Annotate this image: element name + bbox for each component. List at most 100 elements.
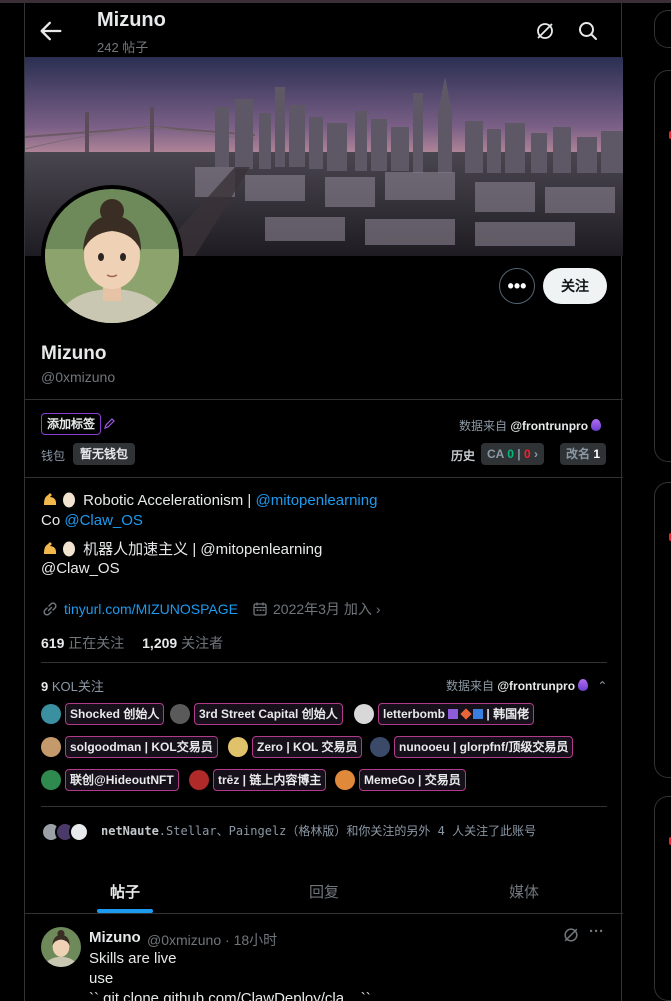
mutual-followers-text[interactable]: netNaute.Stellar、Paingelz（格林版）和你关注的另外 4 …: [101, 822, 536, 839]
tab-media[interactable]: 媒体: [509, 881, 539, 902]
grok-icon[interactable]: [533, 19, 557, 43]
bio-text: Co: [41, 512, 65, 529]
followers-label: 关注者: [181, 635, 224, 651]
right-panel-card: [654, 70, 671, 462]
bio-line-2: Co @Claw_OS: [41, 511, 143, 531]
kol-avatar: [41, 737, 61, 757]
avatar: [45, 189, 179, 323]
profile-website-link[interactable]: tinyurl.com/MIZUNOSPAGE: [64, 601, 238, 617]
ca-separator: |: [517, 447, 521, 461]
tab-posts[interactable]: 帖子: [110, 881, 140, 902]
kol-item[interactable]: solgoodman | KOL交易员: [41, 736, 218, 758]
kol-label: 联创@HideoutNFT: [65, 769, 179, 791]
kol-source-handle[interactable]: @frontrunpro: [497, 679, 575, 693]
chevron-right-icon[interactable]: ›: [376, 601, 381, 617]
grok-icon[interactable]: [561, 925, 581, 945]
kol-avatar: [41, 704, 61, 724]
post-author-name[interactable]: Mizuno: [89, 929, 141, 946]
post-more-icon[interactable]: ···: [589, 923, 604, 940]
rename-label: 改名: [566, 447, 591, 461]
kol-item[interactable]: Shocked 创始人: [41, 703, 165, 725]
kol-title: 9 KOL关注: [41, 676, 104, 695]
search-icon[interactable]: [576, 19, 600, 43]
header-title: Mizuno: [97, 9, 166, 31]
kol-avatar: [41, 770, 61, 790]
kol-count: 9: [41, 679, 49, 694]
kol-avatar: [189, 770, 209, 790]
divider: [25, 477, 623, 478]
orange-diamond-icon: [460, 708, 472, 720]
pencil-icon[interactable]: [103, 416, 117, 430]
following-count: 619: [41, 635, 65, 651]
ca-red-count: 0: [523, 447, 531, 461]
tab-replies[interactable]: 回复: [309, 881, 339, 902]
profile-header: Mizuno 242 帖子: [25, 3, 623, 57]
tag-source: 数据来自 @frontrunpro: [459, 417, 602, 434]
link-icon: [43, 602, 57, 616]
kol-label-text: letterbomb: [383, 707, 446, 721]
post-meta: @0xmizuno · 18小时: [147, 932, 278, 948]
kol-avatar: [370, 737, 390, 757]
chevron-right-icon: ›: [534, 447, 538, 461]
ca-label: CA: [487, 447, 504, 461]
flame-icon: [591, 419, 602, 431]
header-post-count: 242 帖子: [97, 40, 149, 55]
history-label: 历史: [451, 449, 476, 463]
followers-count: 1,209: [142, 635, 178, 651]
kol-avatar: [170, 704, 190, 724]
profile-handle: @0xmizuno: [41, 369, 116, 385]
wallet-value: 暂无钱包: [73, 443, 136, 465]
divider: [25, 399, 623, 400]
kol-title-label: KOL关注: [51, 679, 104, 694]
more-options-button[interactable]: •••: [499, 268, 535, 304]
kol-label: letterbomb | 韩国佬: [378, 703, 535, 725]
avatar: [69, 822, 89, 842]
kol-item[interactable]: 3rd Street Capital 创始人: [170, 703, 343, 725]
kol-avatar: [354, 704, 374, 724]
right-panel-card: [654, 796, 671, 1001]
bio-line-4: @Claw_OS: [41, 560, 120, 577]
kol-item[interactable]: MemeGo | 交易员: [335, 769, 466, 791]
post-text-line: use: [89, 970, 114, 987]
blue-square-icon: [473, 709, 484, 719]
ca-history-button[interactable]: CA 0 | 0 ›: [481, 443, 544, 465]
mutual-avatars[interactable]: [41, 820, 97, 844]
kol-source: 数据来自 @frontrunpro ⌃: [446, 677, 607, 694]
rename-history-button[interactable]: 改名 1: [560, 443, 607, 465]
kol-item[interactable]: nunooeu | glorpfnf/顶级交易员: [370, 736, 574, 758]
back-arrow-icon[interactable]: [37, 17, 65, 45]
bio-mention-link[interactable]: @mitopenlearning: [255, 492, 377, 509]
divider: [25, 913, 623, 914]
add-tag-button[interactable]: 添加标签: [41, 413, 102, 435]
right-search-box[interactable]: [654, 10, 671, 48]
tag-source-handle[interactable]: @frontrunpro: [510, 419, 588, 433]
kol-item[interactable]: trēz | 链上内容博主: [189, 769, 327, 791]
profile-name: Mizuno: [41, 343, 107, 364]
bio-text: Robotic Accelerationism |: [83, 492, 256, 509]
following-stat[interactable]: 619 正在关注: [41, 635, 124, 651]
bio-mention-link[interactable]: @Claw_OS: [64, 512, 143, 529]
rename-count: 1: [593, 447, 601, 461]
kol-avatar: [228, 737, 248, 757]
kol-label: Zero | KOL 交易员: [252, 736, 363, 758]
kol-item[interactable]: Zero | KOL 交易员: [228, 736, 363, 758]
post-text-line: Skills are live: [89, 950, 177, 967]
follow-button[interactable]: 关注: [543, 268, 607, 304]
joined-date: 2022年3月 加入: [273, 601, 372, 617]
kol-item[interactable]: letterbomb | 韩国佬: [354, 703, 535, 725]
kol-source-label: 数据来自: [446, 679, 495, 693]
tag-source-label: 数据来自: [459, 419, 508, 433]
calendar-icon: [253, 602, 267, 616]
kol-label: Shocked 创始人: [65, 703, 165, 725]
ca-green-count: 0: [507, 447, 514, 461]
chevron-up-icon[interactable]: ⌃: [597, 679, 607, 693]
post-avatar[interactable]: [41, 927, 81, 967]
profile-avatar[interactable]: [41, 185, 183, 327]
profile-meta: tinyurl.com/MIZUNOSPAGE 2022年3月 加入 ›: [41, 599, 381, 619]
followers-stat[interactable]: 1,209 关注者: [142, 635, 223, 651]
kol-label: 3rd Street Capital 创始人: [194, 703, 343, 725]
kol-label: solgoodman | KOL交易员: [65, 736, 218, 758]
purple-square-icon: [448, 709, 459, 719]
kol-label-suffix: | 韩国佬: [486, 707, 530, 721]
kol-item[interactable]: 联创@HideoutNFT: [41, 769, 179, 791]
